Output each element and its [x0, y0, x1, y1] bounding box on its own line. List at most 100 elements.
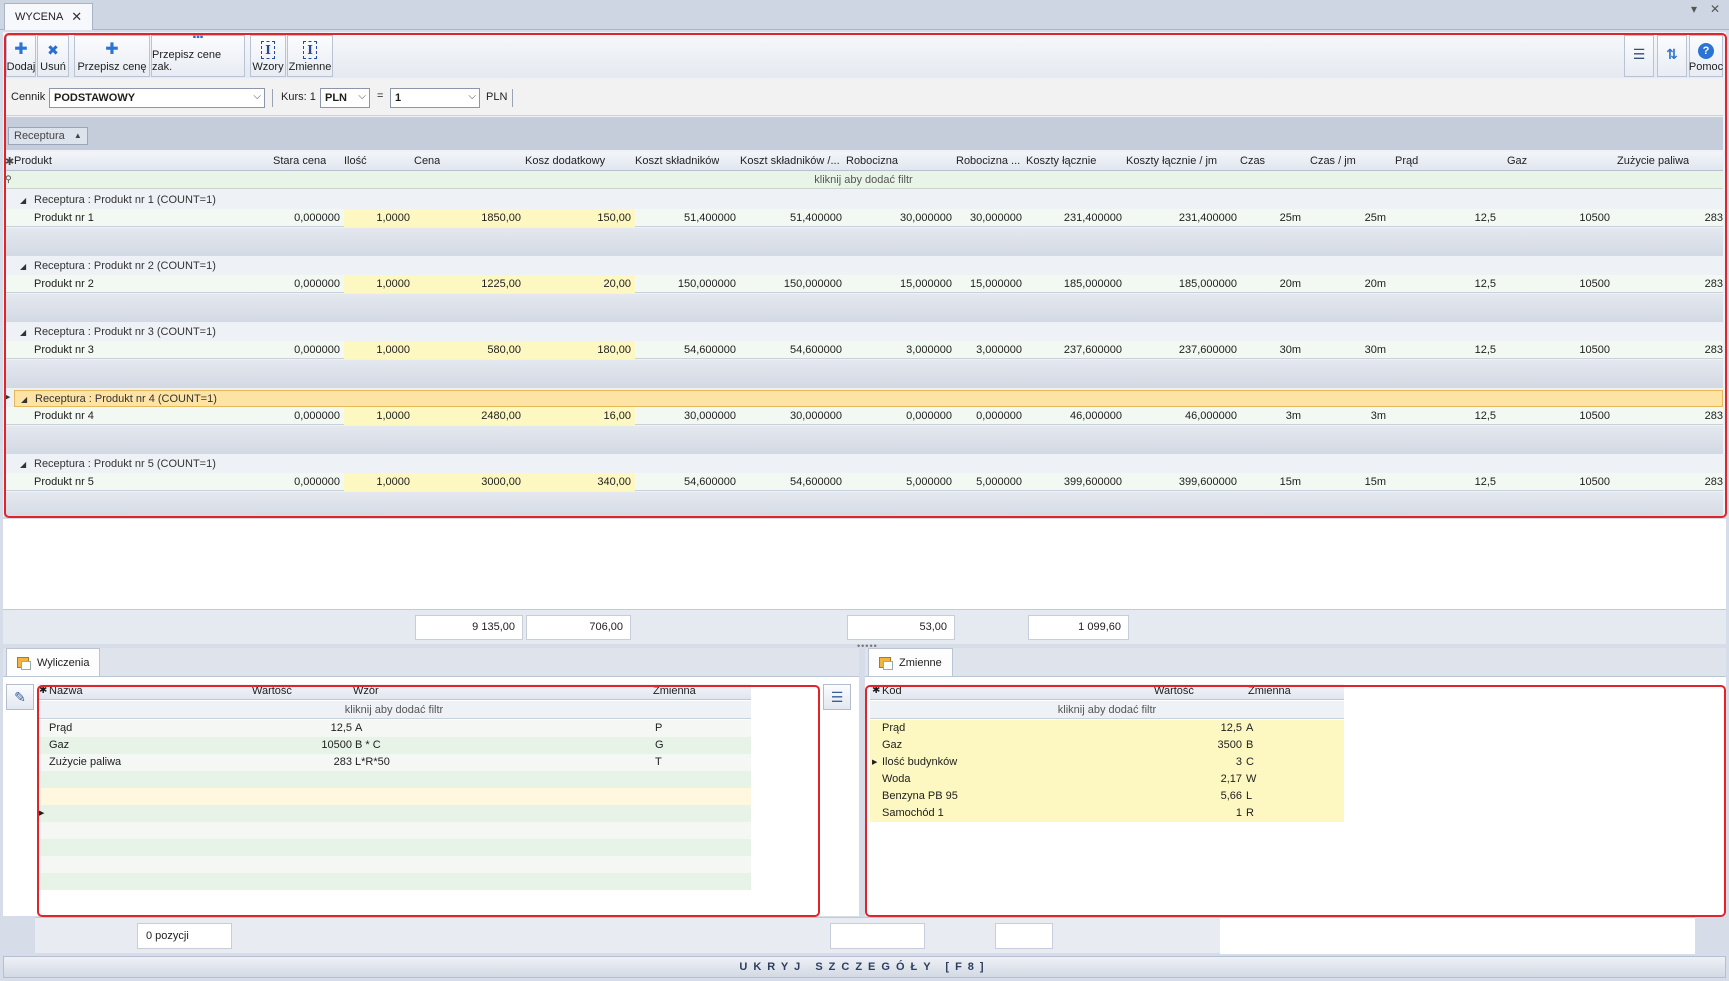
table-cell[interactable]: 283 [1614, 341, 1727, 359]
collapse-triangle-icon[interactable]: ◢ [21, 391, 27, 408]
table-cell[interactable]: R [1246, 805, 1336, 822]
table-cell[interactable]: 283 [1614, 407, 1727, 425]
list-item[interactable]: ▶ [37, 805, 751, 822]
tab-wyliczenia[interactable]: Wyliczenia [6, 648, 101, 676]
column-header[interactable]: Wartość [252, 685, 292, 697]
table-cell[interactable]: 0,000000 [264, 473, 344, 491]
collapse-triangle-icon[interactable]: ◢ [20, 324, 26, 341]
group-row[interactable]: ◢ Receptura : Produkt nr 2 (COUNT=1) [14, 258, 1723, 275]
table-cell[interactable]: 150,00 [525, 209, 635, 227]
table-cell[interactable]: 16,00 [525, 407, 635, 425]
table-cell[interactable]: Benzyna PB 95 [882, 788, 1132, 805]
column-header[interactable]: Koszty łącznie / jm [1126, 155, 1217, 167]
table-cell[interactable]: 185,000000 [1126, 275, 1241, 293]
table-cell[interactable]: 10500 [1500, 209, 1614, 227]
table-cell[interactable]: 12,5 [1390, 341, 1500, 359]
table-cell[interactable]: 30,000000 [956, 209, 1026, 227]
table-cell[interactable]: 10500 [1500, 275, 1614, 293]
table-cell[interactable]: 5,000000 [846, 473, 956, 491]
table-cell[interactable]: 12,5 [1390, 473, 1500, 491]
list-item[interactable]: Prąd 12,5 A [870, 720, 1344, 737]
table-cell[interactable]: 0,000000 [956, 407, 1026, 425]
table-cell[interactable]: 10500 [1500, 341, 1614, 359]
list-item[interactable]: Samochód 11R [870, 805, 1344, 822]
table-cell[interactable]: 340,00 [525, 473, 635, 491]
table-cell[interactable]: 51,400000 [635, 209, 740, 227]
table-cell[interactable]: 5,66 [1132, 788, 1242, 805]
zmienne-filter-row[interactable]: kliknij aby dodać filtr [870, 701, 1344, 719]
list-item[interactable] [37, 873, 751, 890]
column-header[interactable]: Ilość [344, 155, 367, 167]
table-cell[interactable]: 3m [1241, 407, 1305, 425]
table-row[interactable]: Produkt nr 2 0,000000 1,0000 1225,00 20,00 15… [4, 275, 1723, 293]
table-cell[interactable]: 231,400000 [1026, 209, 1126, 227]
table-cell[interactable]: 15,000000 [956, 275, 1026, 293]
table-cell[interactable]: 3 [1132, 754, 1242, 771]
formulas-button[interactable]: I Wzory [250, 35, 286, 77]
table-cell[interactable]: 0,000000 [264, 275, 344, 293]
table-cell[interactable]: 20m [1305, 275, 1390, 293]
list-item[interactable]: Gaz 3500 B [870, 737, 1344, 754]
list-item[interactable] [37, 856, 751, 873]
table-cell[interactable]: 5,000000 [956, 473, 1026, 491]
table-cell[interactable]: 51,400000 [740, 209, 846, 227]
column-header[interactable]: Wzór [353, 685, 379, 697]
edit-button[interactable]: ✎ [6, 684, 34, 710]
table-cell[interactable]: A [355, 720, 635, 737]
list-item[interactable]: Zużycie paliwa 283 L*R*50 T [37, 754, 751, 771]
table-cell[interactable]: Produkt nr 5 [34, 473, 264, 491]
table-cell[interactable]: 237,600000 [1026, 341, 1126, 359]
table-cell[interactable]: T [655, 754, 745, 771]
table-cell[interactable]: 1850,00 [414, 209, 525, 227]
column-header[interactable]: Koszt składników [635, 155, 719, 167]
list-item[interactable] [37, 839, 751, 856]
column-header[interactable]: Koszt składników /... [740, 155, 844, 167]
table-cell[interactable]: Produkt nr 2 [34, 275, 264, 293]
table-cell[interactable]: 54,600000 [740, 473, 846, 491]
table-cell[interactable]: 399,600000 [1126, 473, 1241, 491]
table-cell[interactable]: 30m [1305, 341, 1390, 359]
column-header[interactable]: Czas [1240, 155, 1265, 167]
list-item[interactable]: Benzyna PB 95 5,66 L [870, 788, 1344, 805]
table-cell[interactable]: 185,000000 [1026, 275, 1126, 293]
table-cell[interactable]: Prąd [882, 720, 1132, 737]
list-item[interactable]: Woda 2,17 W [870, 771, 1344, 788]
table-cell[interactable]: Zużycie paliwa [49, 754, 249, 771]
table-cell[interactable]: 30,000000 [846, 209, 956, 227]
table-cell[interactable]: Prąd [49, 720, 249, 737]
table-cell[interactable]: Ilość budynków [882, 754, 1132, 771]
table-cell[interactable]: 580,00 [414, 341, 525, 359]
column-header[interactable]: Wartość [1154, 685, 1194, 697]
table-cell[interactable]: 12,5 [1390, 275, 1500, 293]
table-cell[interactable]: 2480,00 [414, 407, 525, 425]
table-cell[interactable]: 399,600000 [1026, 473, 1126, 491]
table-cell[interactable]: 283 [1614, 209, 1727, 227]
table-cell[interactable]: Produkt nr 4 [34, 407, 264, 425]
table-cell[interactable]: 15m [1305, 473, 1390, 491]
column-header[interactable]: Robocizna [846, 155, 898, 167]
table-cell[interactable]: Woda [882, 771, 1132, 788]
collapse-triangle-icon[interactable]: ◢ [20, 192, 26, 209]
list-item[interactable] [37, 771, 751, 788]
table-cell[interactable]: 3,000000 [846, 341, 956, 359]
hide-details-button[interactable]: UKRYJ SZCZEGÓŁY [F8] [3, 956, 1726, 978]
table-cell[interactable]: 237,600000 [1126, 341, 1241, 359]
column-header[interactable]: Nazwa [49, 685, 83, 697]
copy-price-button[interactable]: ✚ Przepisz cenę [74, 35, 150, 77]
table-cell[interactable]: 20,00 [525, 275, 635, 293]
table-cell[interactable]: 15m [1241, 473, 1305, 491]
table-cell[interactable]: 3,000000 [956, 341, 1026, 359]
table-cell[interactable]: 3000,00 [414, 473, 525, 491]
list-settings-button[interactable]: ☰ [823, 684, 851, 710]
collapse-triangle-icon[interactable]: ◢ [20, 258, 26, 275]
table-cell[interactable]: 1,0000 [344, 473, 414, 491]
table-cell[interactable]: 10500 [1500, 473, 1614, 491]
table-cell[interactable]: 12,5 [1390, 407, 1500, 425]
currency-select[interactable]: PLN ⌵ [320, 88, 370, 108]
table-cell[interactable]: 1,0000 [344, 209, 414, 227]
column-header[interactable]: Stara cena [273, 155, 326, 167]
table-cell[interactable]: 46,000000 [1126, 407, 1241, 425]
column-header[interactable]: Zmienna [1248, 685, 1291, 697]
list-item[interactable]: Ilość budynków 3 C ▶ [870, 754, 1344, 771]
list-item[interactable] [37, 822, 751, 839]
